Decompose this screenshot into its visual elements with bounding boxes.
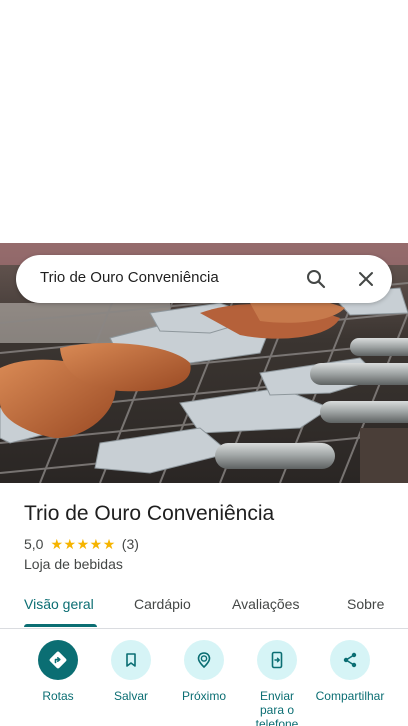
tab-menu[interactable]: Cardápio bbox=[134, 596, 191, 612]
close-icon[interactable] bbox=[354, 267, 378, 291]
save-button[interactable]: Salvar bbox=[91, 640, 171, 703]
send-to-phone-button[interactable]: Enviar para o telefone bbox=[237, 640, 317, 726]
place-category: Loja de bebidas bbox=[24, 556, 123, 572]
search-icon[interactable] bbox=[304, 267, 328, 291]
send-to-phone-icon bbox=[257, 640, 297, 680]
tab-overview[interactable]: Visão geral bbox=[24, 596, 94, 612]
place-title: Trio de Ouro Conveniência bbox=[24, 502, 275, 525]
review-count[interactable]: (3) bbox=[122, 536, 139, 552]
star-icon: ★ bbox=[76, 536, 90, 552]
search-bar[interactable]: Trio de Ouro Conveniência bbox=[16, 255, 392, 303]
nearby-label: Próximo bbox=[181, 689, 226, 703]
rating-stars: ★ ★ ★ ★ ★ bbox=[50, 537, 115, 551]
directions-label: Rotas bbox=[42, 689, 74, 703]
star-icon: ★ bbox=[63, 536, 77, 552]
bookmark-icon bbox=[111, 640, 151, 680]
send-to-phone-label: Enviar para o telefone bbox=[255, 689, 299, 726]
rating-value: 5,0 bbox=[24, 536, 44, 552]
star-icon: ★ bbox=[102, 536, 116, 552]
directions-icon bbox=[38, 640, 78, 680]
tab-reviews[interactable]: Avaliações bbox=[232, 596, 299, 612]
nearby-icon bbox=[184, 640, 224, 680]
place-tabs: Visão geral Cardápio Avaliações Sobre bbox=[0, 584, 408, 629]
tab-about[interactable]: Sobre bbox=[347, 596, 384, 612]
star-icon: ★ bbox=[50, 536, 64, 552]
active-tab-indicator bbox=[24, 624, 97, 627]
map-area[interactable] bbox=[0, 0, 408, 243]
search-input[interactable]: Trio de Ouro Conveniência bbox=[40, 269, 219, 286]
nearby-button[interactable]: Próximo bbox=[164, 640, 244, 703]
share-label: Compartilhar bbox=[315, 689, 385, 703]
share-icon bbox=[330, 640, 370, 680]
rating-row[interactable]: 5,0 ★ ★ ★ ★ ★ (3) bbox=[24, 536, 139, 552]
star-icon: ★ bbox=[89, 536, 103, 552]
share-button[interactable]: Compartilhar bbox=[310, 640, 390, 726]
directions-button[interactable]: Rotas bbox=[18, 640, 98, 703]
action-bar: Rotas Salvar Próximo Enviar para o telef… bbox=[0, 640, 408, 726]
save-label: Salvar bbox=[113, 689, 148, 703]
